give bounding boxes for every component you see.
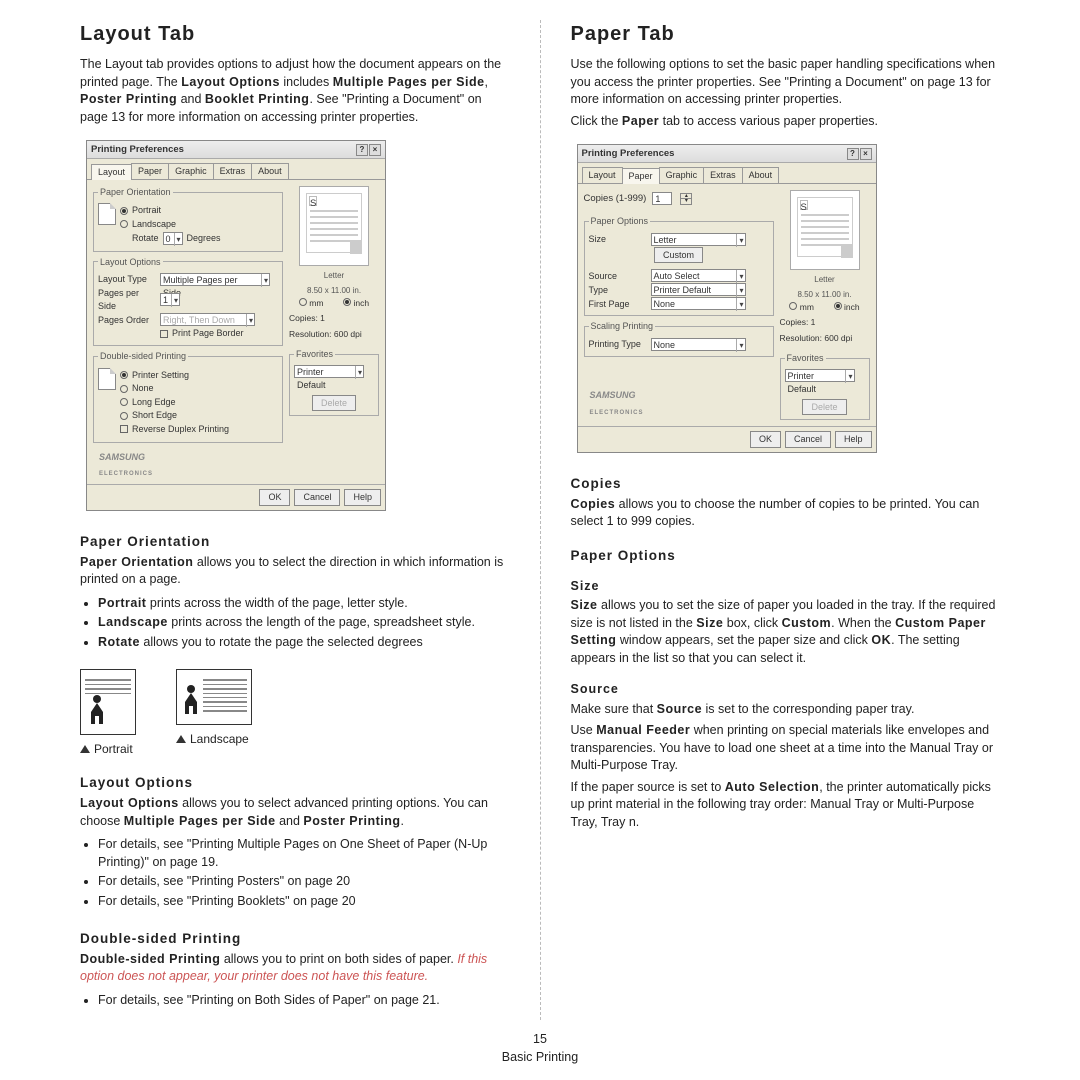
radio-long-edge[interactable]	[120, 398, 128, 406]
close-icon[interactable]: ×	[369, 144, 381, 156]
orientation-icon	[98, 203, 116, 225]
source-heading: Source	[571, 681, 1001, 699]
close-icon[interactable]: ×	[860, 148, 872, 160]
unit-mm[interactable]	[789, 302, 797, 310]
landscape-diagram	[176, 669, 252, 725]
paper-orientation-heading: Paper Orientation	[80, 533, 510, 552]
tab-graphic[interactable]: Graphic	[168, 163, 214, 179]
layout-dialog: Printing Preferences ? × Layout Paper Gr…	[86, 140, 386, 511]
double-sided-text: Double-sided Printing allows you to prin…	[80, 951, 510, 986]
page-footer: Basic Printing	[0, 1049, 1080, 1067]
tab-paper[interactable]: Paper	[622, 168, 660, 184]
double-sided-heading: Double-sided Printing	[80, 930, 510, 949]
radio-landscape[interactable]	[120, 220, 128, 228]
pps-select[interactable]: 1	[160, 293, 180, 306]
preview-box: S	[299, 186, 369, 266]
list-item: For details, see "Printing Multiple Page…	[98, 836, 510, 871]
printing-type-select[interactable]: None	[651, 338, 746, 351]
layout-options-heading: Layout Options	[80, 774, 510, 793]
source-text-3: If the paper source is set to Auto Selec…	[571, 779, 1001, 832]
preview-box: S	[790, 190, 860, 270]
tab-extras[interactable]: Extras	[703, 167, 743, 183]
rotate-input[interactable]: 0	[163, 232, 183, 245]
radio-printer-setting[interactable]	[120, 371, 128, 379]
tab-about[interactable]: About	[742, 167, 780, 183]
type-select[interactable]: Printer Default	[651, 283, 746, 296]
dialog-title: Printing Preferences	[582, 147, 675, 160]
duplex-icon	[98, 368, 116, 390]
layout-tab-heading: Layout Tab	[80, 20, 510, 48]
list-item: Portrait prints across the width of the …	[98, 595, 510, 613]
size-select[interactable]: Letter	[651, 233, 746, 246]
tab-layout[interactable]: Layout	[91, 164, 132, 180]
paper-orientation-text: Paper Orientation allows you to select t…	[80, 554, 510, 589]
delete-button: Delete	[802, 399, 846, 416]
fs-scaling: Scaling Printing Printing TypeNone	[584, 320, 774, 357]
radio-short-edge[interactable]	[120, 412, 128, 420]
copies-input[interactable]: 1	[652, 192, 672, 205]
tab-graphic[interactable]: Graphic	[659, 167, 705, 183]
help-icon[interactable]: ?	[847, 148, 859, 160]
paper-options-heading: Paper Options	[571, 547, 1001, 566]
orientation-diagrams: Portrait Landscape	[80, 669, 510, 758]
tab-layout[interactable]: Layout	[582, 167, 623, 183]
column-divider	[540, 20, 541, 1020]
source-text-2: Use Manual Feeder when printing on speci…	[571, 722, 1001, 775]
paper-tab-click: Click the Paper tab to access various pa…	[571, 113, 1001, 131]
ok-button[interactable]: OK	[259, 489, 290, 506]
unit-inch[interactable]	[834, 302, 842, 310]
unit-mm[interactable]	[299, 298, 307, 306]
source-text-1: Make sure that Source is set to the corr…	[571, 701, 1001, 719]
list-item: Rotate allows you to rotate the page the…	[98, 634, 510, 652]
size-text: Size allows you to set the size of paper…	[571, 597, 1001, 667]
page-number: 15	[0, 1031, 1080, 1049]
list-item: For details, see "Printing Booklets" on …	[98, 893, 510, 911]
cancel-button[interactable]: Cancel	[294, 489, 340, 506]
size-heading: Size	[571, 578, 1001, 596]
fs-paper-options: Paper Options SizeLetter Custom SourceAu…	[584, 215, 774, 316]
triangle-icon	[176, 735, 186, 743]
copies-heading: Copies	[571, 475, 1001, 494]
layout-options-text: Layout Options allows you to select adva…	[80, 795, 510, 830]
print-border-check	[160, 330, 168, 338]
cancel-button[interactable]: Cancel	[785, 431, 831, 448]
delete-button: Delete	[312, 395, 356, 412]
tab-paper[interactable]: Paper	[131, 163, 169, 179]
favorites-select[interactable]: Printer Default	[785, 369, 855, 382]
custom-button[interactable]: Custom	[654, 247, 703, 264]
list-item: For details, see "Printing on Both Sides…	[98, 992, 510, 1010]
fs-double-sided: Double-sided Printing Printer Setting No…	[93, 350, 283, 443]
radio-portrait[interactable]	[120, 207, 128, 215]
unit-inch[interactable]	[343, 298, 351, 306]
help-button[interactable]: Help	[344, 489, 381, 506]
help-button[interactable]: Help	[835, 431, 872, 448]
radio-none[interactable]	[120, 385, 128, 393]
copies-spinner[interactable]: ▴▾	[680, 193, 692, 205]
help-icon[interactable]: ?	[356, 144, 368, 156]
layout-tab-intro: The Layout tab provides options to adjus…	[80, 56, 510, 126]
list-item: For details, see "Printing Posters" on p…	[98, 873, 510, 891]
tab-extras[interactable]: Extras	[213, 163, 253, 179]
fs-layout-options: Layout Options Layout TypeMultiple Pages…	[93, 256, 283, 346]
reverse-duplex-check	[120, 425, 128, 433]
favorites-select[interactable]: Printer Default	[294, 365, 364, 378]
source-select[interactable]: Auto Select	[651, 269, 746, 282]
portrait-diagram	[80, 669, 136, 735]
tab-about[interactable]: About	[251, 163, 289, 179]
samsung-logo: SAMSUNGELECTRONICS	[590, 389, 774, 417]
layout-type-select[interactable]: Multiple Pages per Side	[160, 273, 270, 286]
dialog-title: Printing Preferences	[91, 143, 184, 156]
paper-tab-heading: Paper Tab	[571, 20, 1001, 48]
ok-button[interactable]: OK	[750, 431, 781, 448]
list-item: Landscape prints across the length of th…	[98, 614, 510, 632]
first-page-select[interactable]: None	[651, 297, 746, 310]
paper-dialog: Printing Preferences ? × Layout Paper Gr…	[577, 144, 877, 453]
copies-text: Copies allows you to choose the number o…	[571, 496, 1001, 531]
samsung-logo: SAMSUNGELECTRONICS	[99, 451, 283, 479]
page-order-select: Right, Then Down	[160, 313, 255, 326]
triangle-icon	[80, 745, 90, 753]
paper-tab-intro: Use the following options to set the bas…	[571, 56, 1001, 109]
fs-orientation: Paper Orientation Portrait Landscape Rot…	[93, 186, 283, 252]
